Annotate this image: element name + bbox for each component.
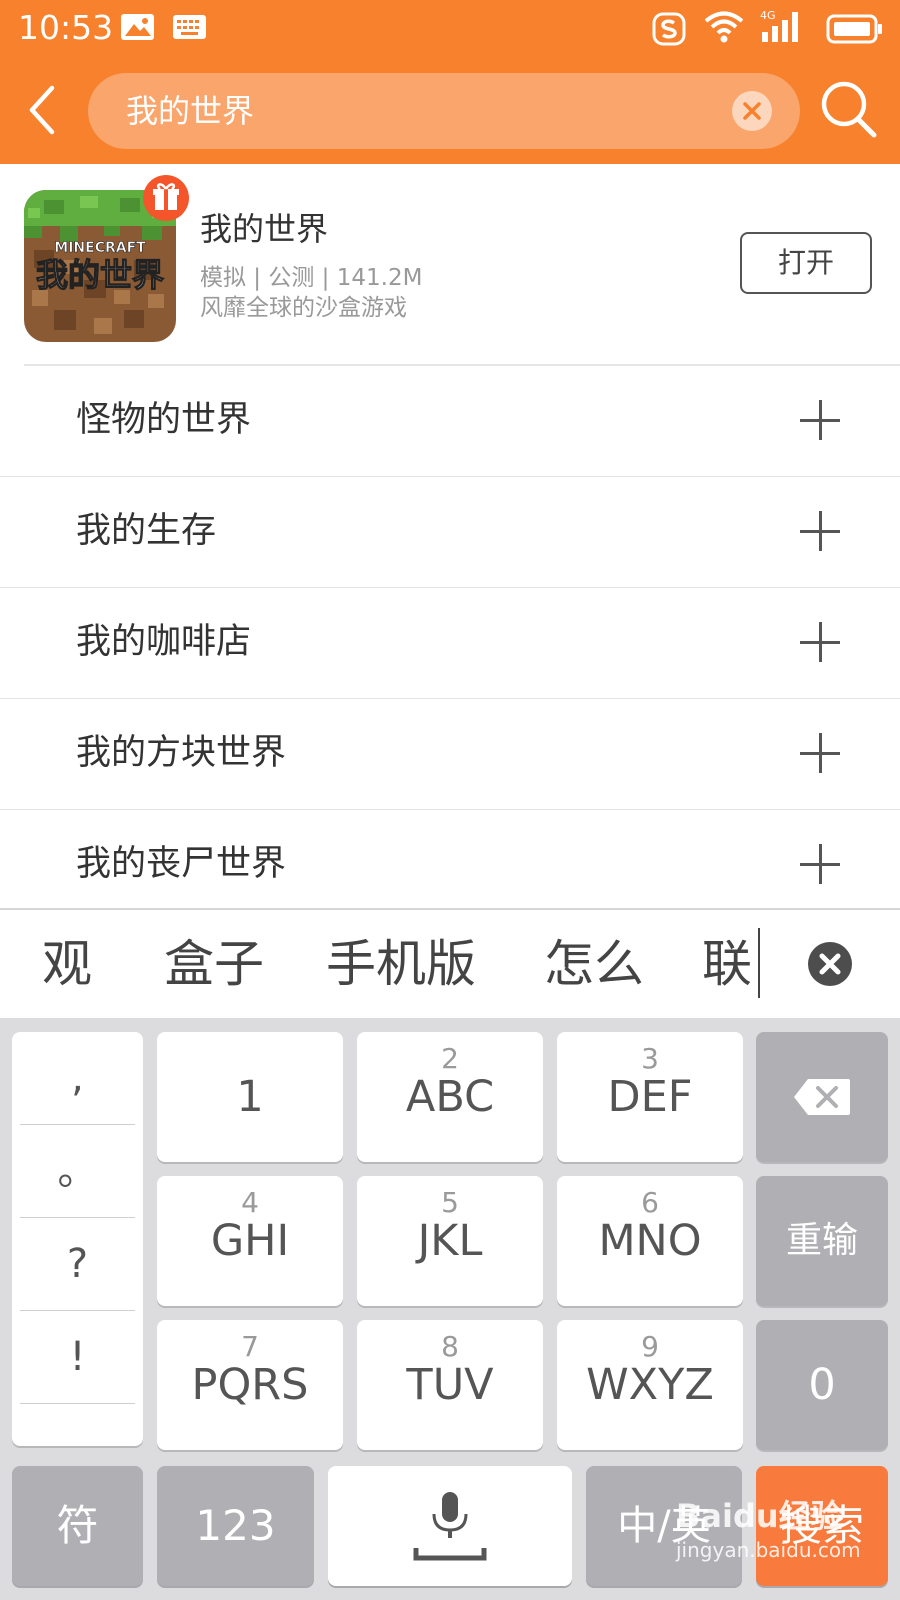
gift-icon <box>153 183 179 210</box>
svg-text:4G: 4G <box>760 9 776 22</box>
featured-app-card[interactable]: MINECRAFT 我的世界 我的世界 模拟 | 公测 | 141.2M 风靡全… <box>0 164 900 364</box>
key-2[interactable]: 2 ABC <box>357 1032 543 1162</box>
key-5[interactable]: 5 JKL <box>357 1176 543 1306</box>
suggestion-item[interactable]: 我的咖啡店 <box>0 588 900 699</box>
punctuation-key[interactable]: 。 <box>20 1125 135 1218</box>
key-number: 4 <box>241 1186 259 1219</box>
status-time: 10:53 <box>18 8 114 47</box>
suggestion-item[interactable]: 怪物的世界 <box>0 366 900 477</box>
microphone-icon <box>413 1492 487 1561</box>
key-number: 2 <box>441 1042 459 1075</box>
suggestion-label: 我的丧尸世界 <box>76 844 287 884</box>
backspace-icon <box>794 1079 850 1115</box>
ime-candidate[interactable]: 手机版 <box>326 910 476 1018</box>
plus-icon[interactable] <box>800 511 840 551</box>
signal-4g-icon: 4G <box>758 8 806 48</box>
ime-candidate-clip: 联 <box>700 910 760 1018</box>
ime-candidate[interactable]: 观 <box>42 910 92 1018</box>
search-icon <box>821 81 877 138</box>
search-input-value: 我的世界 <box>126 92 255 130</box>
ime-candidate[interactable]: 联 <box>702 910 752 1018</box>
punctuation-key[interactable]: , <box>20 1032 135 1125</box>
key-9[interactable]: 9 WXYZ <box>557 1320 743 1450</box>
key-1[interactable]: 1 <box>157 1032 343 1162</box>
key-letters: ABC <box>405 1072 495 1122</box>
punctuation-key[interactable]: ! <box>20 1311 135 1404</box>
key-number: 3 <box>641 1042 659 1075</box>
watermark-url: jingyan.baidu.com <box>676 1538 861 1562</box>
key-number: 5 <box>441 1186 459 1219</box>
key-letters: WXYZ <box>586 1360 714 1410</box>
app-name[interactable]: 我的世界 <box>200 204 328 250</box>
key-label: 0 <box>808 1360 836 1410</box>
key-letters: DEF <box>607 1072 693 1122</box>
gift-badge <box>143 175 189 221</box>
back-button[interactable] <box>22 82 72 138</box>
app-meta: 模拟 | 公测 | 141.2M <box>200 265 423 291</box>
suggestion-label: 我的方块世界 <box>76 733 287 773</box>
suggestion-label: 怪物的世界 <box>76 400 252 440</box>
key-label: 重输 <box>785 1220 858 1261</box>
space-key[interactable] <box>328 1466 572 1586</box>
plus-icon[interactable] <box>800 400 840 440</box>
app-description: 风靡全球的沙盒游戏 <box>200 295 407 321</box>
image-notification-icon <box>120 12 156 46</box>
watermark-logo: Baidu经验 <box>676 1497 843 1535</box>
key-letters: GHI <box>210 1216 290 1266</box>
key-0[interactable]: 0 <box>756 1320 888 1450</box>
symbol-key[interactable]: 符 <box>12 1466 143 1586</box>
keyboard-notification-icon <box>172 12 208 46</box>
status-bar: 10:53 4G <box>0 0 900 56</box>
close-icon <box>819 953 841 975</box>
reinput-key[interactable]: 重输 <box>756 1176 888 1306</box>
key-number: 6 <box>641 1186 659 1219</box>
key-letters: PQRS <box>191 1360 309 1410</box>
ime-candidate[interactable]: 怎么 <box>544 910 644 1018</box>
key-8[interactable]: 8 TUV <box>357 1320 543 1450</box>
backspace-key[interactable] <box>756 1032 888 1162</box>
key-number: 7 <box>241 1330 259 1363</box>
svg-text:MINECRAFT: MINECRAFT <box>54 240 146 256</box>
key-number: 8 <box>441 1330 459 1363</box>
close-candidates-button[interactable] <box>808 942 852 986</box>
search-button[interactable] <box>818 78 880 142</box>
chevron-left-icon <box>29 85 55 135</box>
suggestion-item[interactable]: 我的方块世界 <box>0 699 900 810</box>
battery-icon <box>826 14 884 48</box>
plus-icon[interactable] <box>800 733 840 773</box>
candidate-separator <box>758 928 760 998</box>
key-4[interactable]: 4 GHI <box>157 1176 343 1306</box>
clear-search-button[interactable] <box>732 91 772 131</box>
suggestion-label: 我的生存 <box>76 511 217 551</box>
suggestion-label: 我的咖啡店 <box>76 622 252 662</box>
ime-candidate-bar: 观 盒子 手机版 怎么 联 <box>0 908 900 1020</box>
key-7[interactable]: 7 PQRS <box>157 1320 343 1450</box>
svg-text:我的世界: 我的世界 <box>36 256 164 294</box>
key-letters: MNO <box>598 1216 702 1266</box>
key-6[interactable]: 6 MNO <box>557 1176 743 1306</box>
search-row: 我的世界 <box>0 68 900 152</box>
key-number: 9 <box>641 1330 659 1363</box>
key-letters: 1 <box>236 1072 264 1122</box>
watermark: Baidu经验 jingyan.baidu.com <box>676 1496 886 1576</box>
sogou-icon <box>652 12 686 50</box>
key-letters: TUV <box>406 1360 494 1410</box>
clear-icon <box>743 102 761 120</box>
key-letters: JKL <box>417 1216 483 1266</box>
wifi-icon <box>704 10 744 48</box>
plus-icon[interactable] <box>800 622 840 662</box>
ime-candidate[interactable]: 盒子 <box>164 910 264 1018</box>
search-input[interactable]: 我的世界 <box>88 73 800 149</box>
suggestion-item[interactable]: 我的丧尸世界 <box>0 810 900 920</box>
plus-icon[interactable] <box>800 844 840 884</box>
open-button[interactable]: 打开 <box>740 232 872 294</box>
suggestion-item[interactable]: 我的生存 <box>0 477 900 588</box>
punctuation-column: , 。 ? ! <box>12 1032 143 1446</box>
key-3[interactable]: 3 DEF <box>557 1032 743 1162</box>
numeric-key[interactable]: 123 <box>157 1466 314 1586</box>
app-header: 10:53 4G 我的世界 <box>0 0 900 164</box>
punctuation-key[interactable]: ? <box>20 1218 135 1311</box>
